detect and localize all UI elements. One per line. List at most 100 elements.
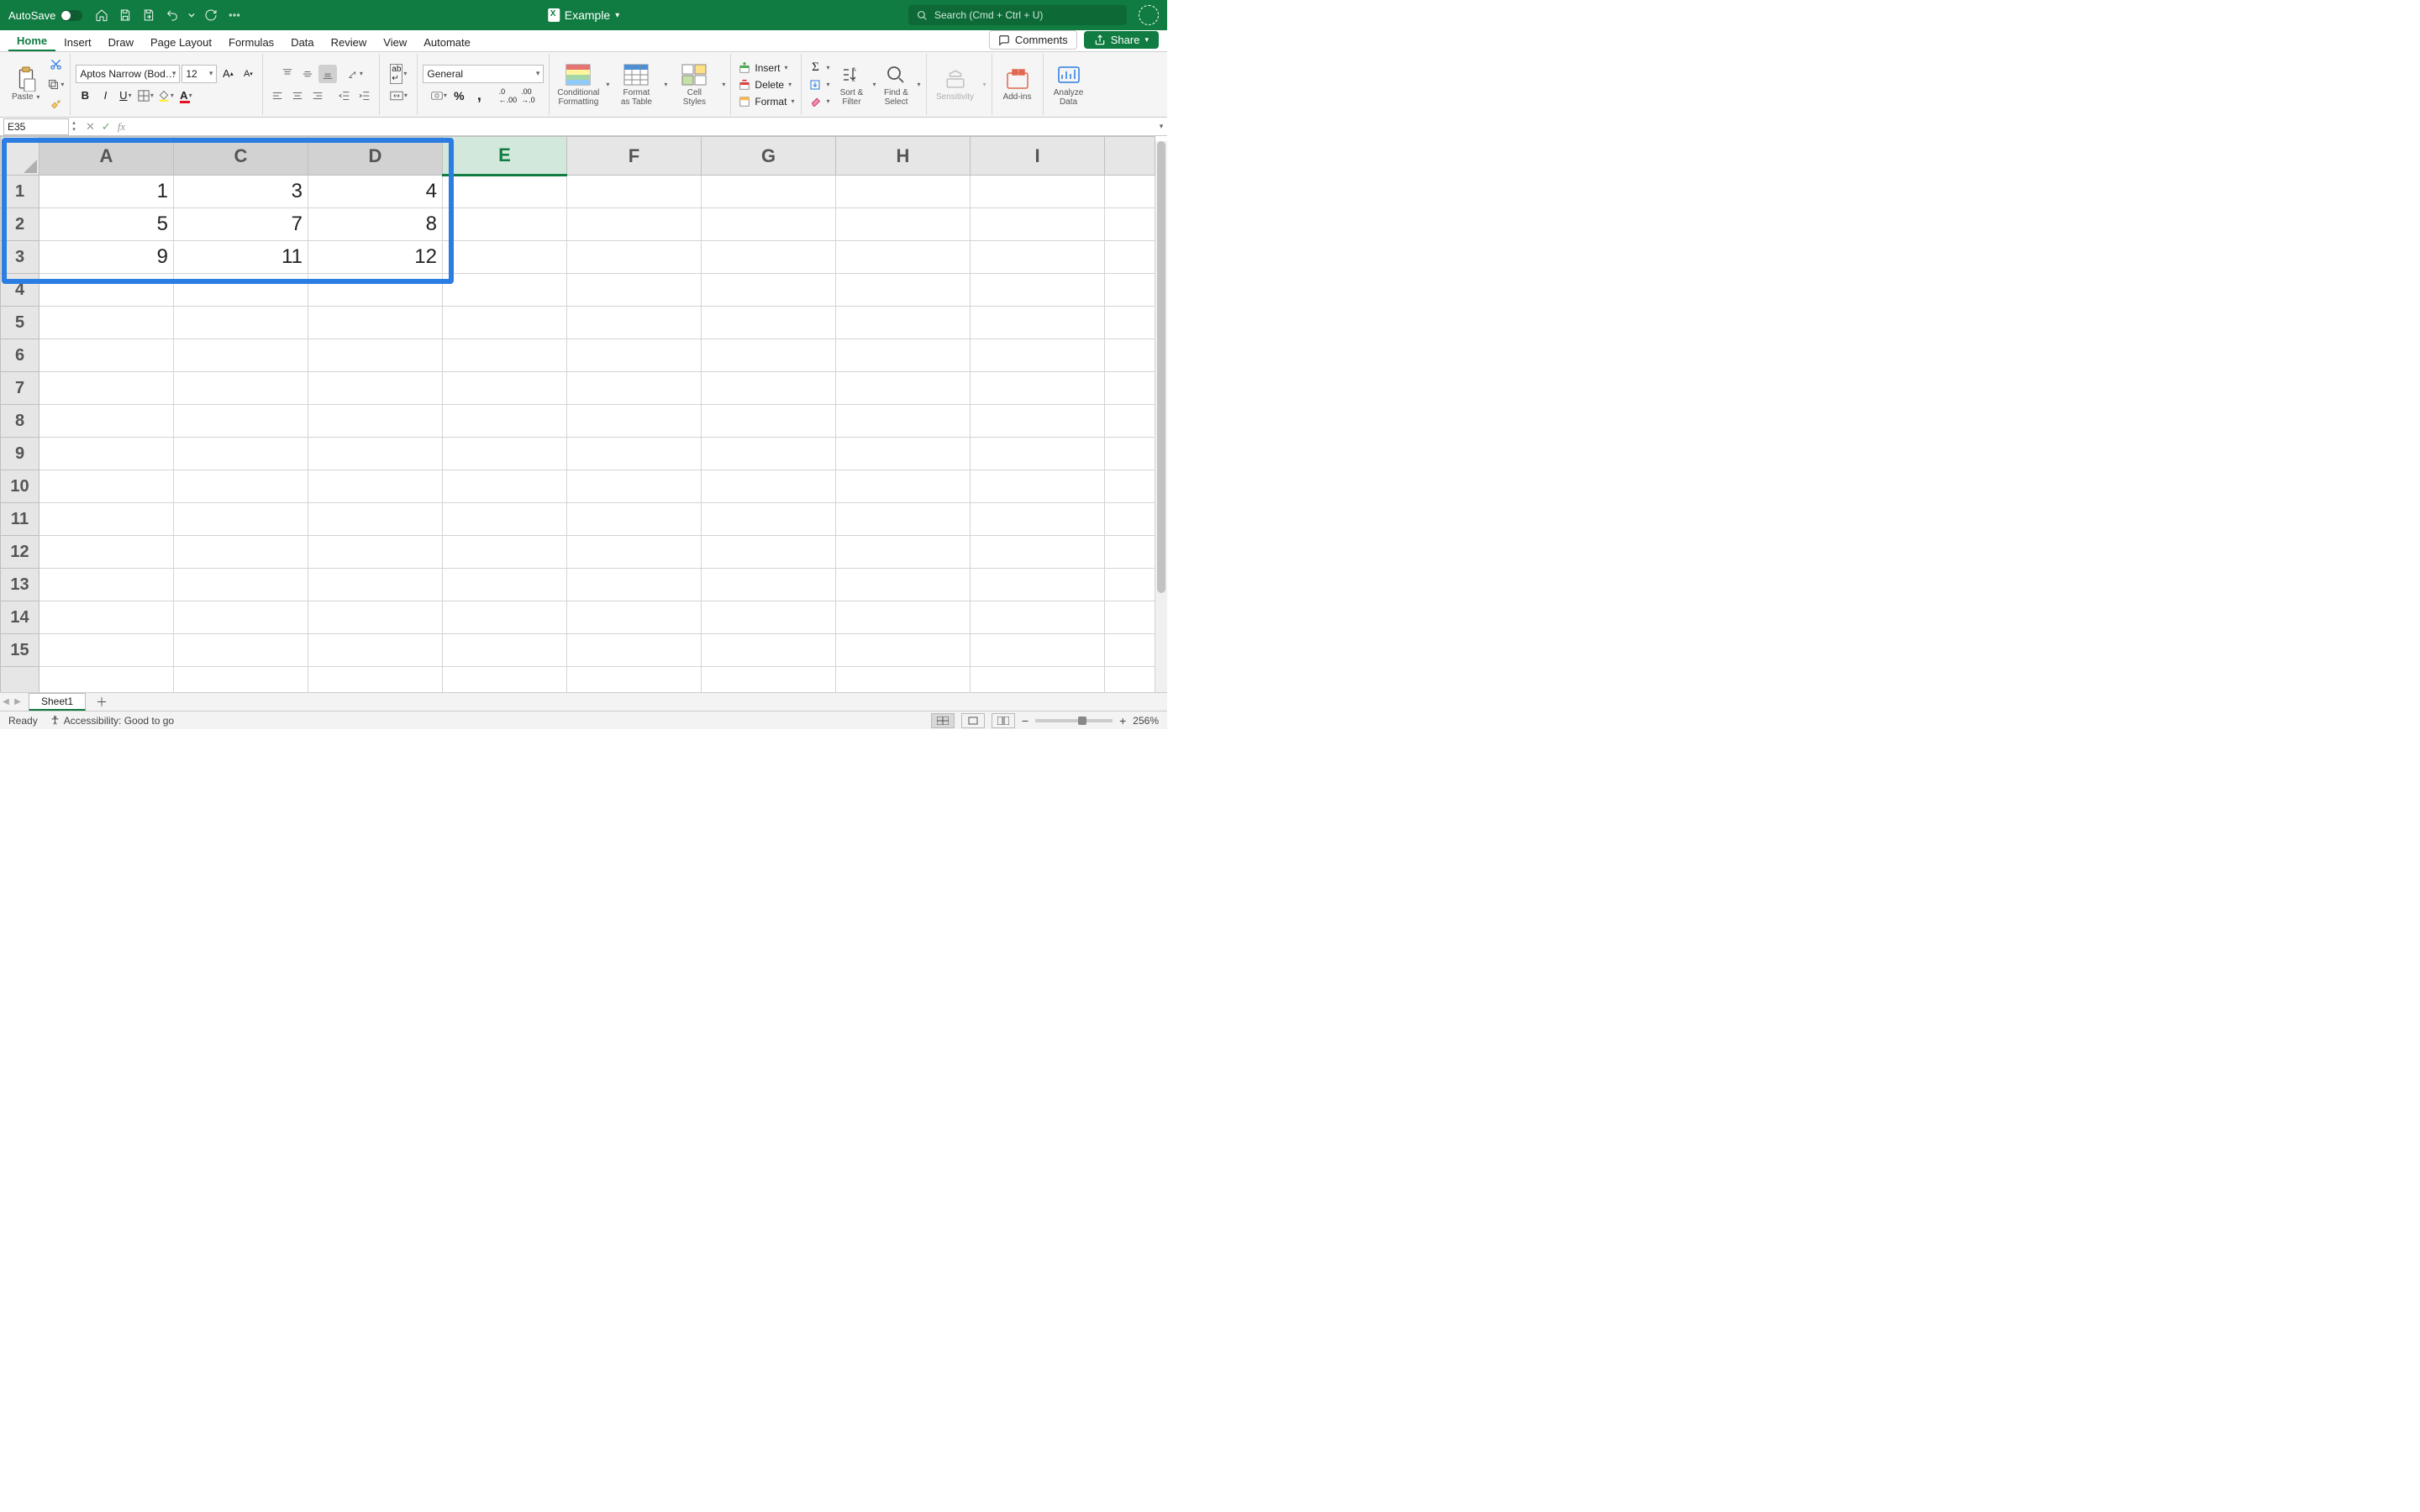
- cell[interactable]: [308, 667, 443, 693]
- tab-view[interactable]: View: [375, 33, 415, 51]
- chevron-down-icon[interactable]: ▾: [664, 81, 667, 88]
- account-avatar[interactable]: [1139, 5, 1159, 25]
- comments-button[interactable]: Comments: [989, 30, 1077, 50]
- row-header[interactable]: 4: [1, 274, 39, 307]
- col-header-F[interactable]: F: [567, 137, 702, 176]
- cell[interactable]: [836, 470, 971, 503]
- document-title[interactable]: Example ▾: [548, 8, 620, 22]
- cell[interactable]: 11: [174, 241, 308, 274]
- cell[interactable]: [971, 339, 1105, 372]
- row-header[interactable]: 14: [1, 601, 39, 634]
- cell[interactable]: [308, 601, 443, 634]
- delete-cells-button[interactable]: Delete ▾: [736, 77, 793, 92]
- cell[interactable]: [567, 503, 702, 536]
- row-header[interactable]: 3: [1, 241, 39, 274]
- align-left-button[interactable]: [268, 87, 287, 105]
- row-header[interactable]: 12: [1, 536, 39, 569]
- cell[interactable]: [702, 667, 836, 693]
- cell[interactable]: [39, 470, 174, 503]
- cell[interactable]: [702, 176, 836, 208]
- row-header[interactable]: [1, 667, 39, 693]
- autosave-control[interactable]: AutoSave: [8, 9, 82, 22]
- row-header[interactable]: 6: [1, 339, 39, 372]
- row-header[interactable]: 5: [1, 307, 39, 339]
- format-as-table-button[interactable]: Format as Table: [613, 61, 660, 108]
- cell[interactable]: [971, 601, 1105, 634]
- cell[interactable]: [702, 569, 836, 601]
- underline-button[interactable]: U▾: [116, 87, 134, 105]
- conditional-formatting-button[interactable]: Conditional Formatting: [555, 61, 602, 108]
- font-color-button[interactable]: A▾: [176, 87, 195, 105]
- cell[interactable]: [308, 438, 443, 470]
- cell[interactable]: [443, 601, 567, 634]
- cell[interactable]: [836, 601, 971, 634]
- cell[interactable]: [836, 634, 971, 667]
- row-header[interactable]: 1: [1, 176, 39, 208]
- cell[interactable]: [443, 176, 567, 208]
- undo-dropdown-icon[interactable]: [188, 8, 195, 23]
- chevron-down-icon[interactable]: ▾: [615, 11, 619, 20]
- autosave-toggle[interactable]: [60, 10, 82, 21]
- cell[interactable]: [1105, 176, 1155, 208]
- insert-cells-button[interactable]: Insert ▾: [736, 60, 789, 76]
- cell[interactable]: [1105, 372, 1155, 405]
- cell[interactable]: [836, 241, 971, 274]
- fill-button[interactable]: ▾: [807, 77, 831, 92]
- cell[interactable]: [308, 634, 443, 667]
- align-top-button[interactable]: [278, 65, 297, 83]
- cell[interactable]: [971, 208, 1105, 241]
- cell[interactable]: [308, 307, 443, 339]
- tab-data[interactable]: Data: [282, 33, 322, 51]
- undo-icon[interactable]: [165, 8, 180, 23]
- cell[interactable]: [174, 667, 308, 693]
- cell[interactable]: [1105, 274, 1155, 307]
- cell[interactable]: [567, 339, 702, 372]
- cell[interactable]: [443, 438, 567, 470]
- cell[interactable]: [971, 438, 1105, 470]
- cell[interactable]: [1105, 503, 1155, 536]
- cell[interactable]: [308, 569, 443, 601]
- name-box-stepper[interactable]: ▴▾: [69, 120, 79, 134]
- cell[interactable]: [567, 634, 702, 667]
- scrollbar-thumb[interactable]: [1157, 141, 1165, 593]
- row-header[interactable]: 9: [1, 438, 39, 470]
- cell[interactable]: [308, 470, 443, 503]
- format-painter-button[interactable]: [46, 96, 65, 114]
- cell[interactable]: [1105, 208, 1155, 241]
- percent-button[interactable]: %: [450, 87, 468, 105]
- orientation-button[interactable]: ▾: [345, 65, 364, 83]
- cell[interactable]: [39, 274, 174, 307]
- vertical-scrollbar[interactable]: [1155, 141, 1167, 692]
- comma-button[interactable]: ,: [470, 87, 488, 105]
- cell[interactable]: [174, 307, 308, 339]
- cell[interactable]: [702, 405, 836, 438]
- cell[interactable]: [971, 503, 1105, 536]
- font-size-combo[interactable]: 12: [182, 65, 217, 83]
- fill-color-button[interactable]: ▾: [156, 87, 175, 105]
- cell[interactable]: [443, 307, 567, 339]
- row-header[interactable]: 15: [1, 634, 39, 667]
- tab-home[interactable]: Home: [8, 31, 55, 51]
- accessibility-status[interactable]: Accessibility: Good to go: [50, 715, 174, 727]
- cell[interactable]: [39, 536, 174, 569]
- cell[interactable]: [39, 405, 174, 438]
- sheet-nav-next[interactable]: ▶: [12, 697, 24, 706]
- cell[interactable]: [836, 372, 971, 405]
- cell[interactable]: [308, 372, 443, 405]
- cell[interactable]: [567, 470, 702, 503]
- col-header-C[interactable]: C: [174, 137, 308, 176]
- cell[interactable]: [971, 667, 1105, 693]
- col-header-A[interactable]: A: [39, 137, 174, 176]
- more-icon[interactable]: [227, 8, 242, 23]
- tab-automate[interactable]: Automate: [415, 33, 479, 51]
- cell[interactable]: 8: [308, 208, 443, 241]
- cell[interactable]: [567, 274, 702, 307]
- font-name-combo[interactable]: Aptos Narrow (Bod…: [76, 65, 180, 83]
- increase-font-button[interactable]: A▴: [218, 65, 237, 83]
- cell[interactable]: [836, 667, 971, 693]
- cell[interactable]: [308, 274, 443, 307]
- italic-button[interactable]: I: [96, 87, 114, 105]
- tab-draw[interactable]: Draw: [100, 33, 142, 51]
- cell[interactable]: [702, 339, 836, 372]
- cell[interactable]: [443, 208, 567, 241]
